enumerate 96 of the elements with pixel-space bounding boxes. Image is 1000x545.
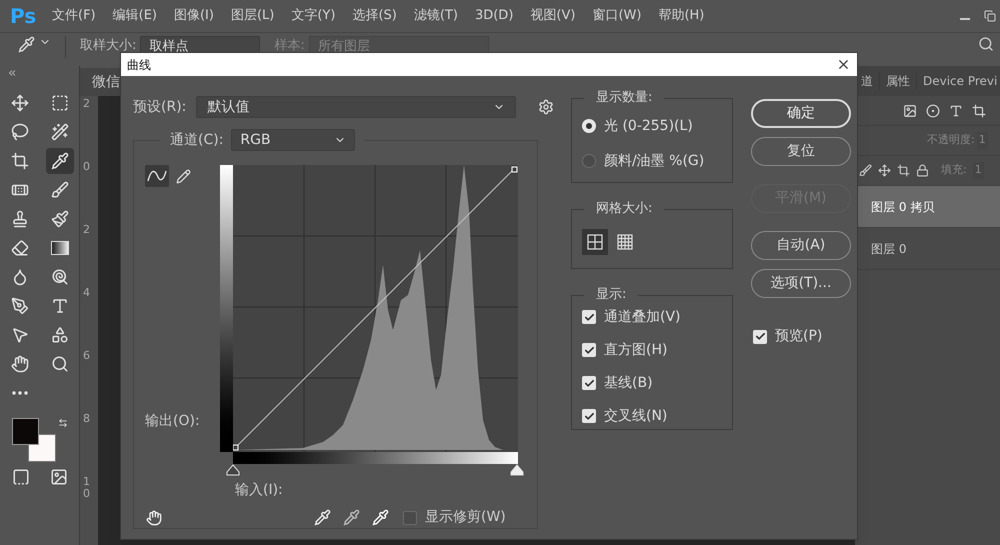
- type-icon: [50, 297, 68, 315]
- menu-item[interactable]: 窗口(W): [584, 6, 650, 26]
- ruler-number: 4: [82, 287, 91, 301]
- move-icon[interactable]: [878, 164, 891, 177]
- menu-item[interactable]: 编辑(E): [104, 6, 165, 26]
- opacity-label: 不透明度:: [927, 132, 975, 148]
- menu-item[interactable]: 文字(Y): [283, 6, 344, 26]
- shape-icon: [50, 326, 68, 344]
- menu-item[interactable]: 图像(I): [166, 6, 222, 26]
- ruler-number: 8: [82, 413, 91, 427]
- path-select-icon: [10, 326, 28, 344]
- image-icon[interactable]: [903, 104, 917, 118]
- move-icon: [10, 94, 28, 112]
- layer-row[interactable]: 图层 0 拷贝: [855, 186, 1000, 228]
- crop-icon: [10, 152, 28, 170]
- adjust-hand-icon[interactable]: [146, 510, 162, 526]
- restore-icon[interactable]: [984, 10, 996, 22]
- menu-item[interactable]: 帮助(H): [650, 6, 712, 26]
- channel-select[interactable]: RGB: [231, 129, 356, 151]
- type-icon[interactable]: [949, 104, 963, 118]
- app-logo: Ps: [9, 3, 38, 30]
- show-clipping-label: 显示修剪(W): [425, 508, 506, 527]
- lock-icon[interactable]: [916, 164, 929, 177]
- preset-select[interactable]: 默认值: [196, 96, 516, 118]
- dialog-button[interactable]: 自动(A): [751, 231, 851, 260]
- collapse-icon[interactable]: [8, 70, 16, 76]
- panel-tab[interactable]: 属性: [880, 72, 917, 90]
- menu-item[interactable]: 图层(L): [222, 6, 282, 26]
- channel-label: 通道(C):: [170, 130, 224, 150]
- ruler-number: 2: [82, 224, 91, 238]
- menu-item[interactable]: 文件(F): [44, 6, 104, 26]
- eyedropper-icon[interactable]: [372, 509, 389, 526]
- checkbox-label: 交叉线(N): [604, 406, 668, 426]
- adjustment-icon[interactable]: [926, 104, 940, 118]
- curve-tool-button[interactable]: [145, 165, 169, 187]
- quick-mask-icon[interactable]: [12, 468, 30, 486]
- quick-select-icon: [50, 123, 68, 141]
- dialog-button[interactable]: 确定: [751, 99, 851, 128]
- gradient-icon: [50, 241, 68, 255]
- close-icon[interactable]: [836, 57, 851, 72]
- ruler-number: 6: [82, 350, 91, 364]
- search-icon[interactable]: [978, 36, 994, 52]
- radio-button[interactable]: [582, 119, 596, 133]
- output-label: 输出(O):: [145, 412, 201, 431]
- panel-tab[interactable]: Device Previ: [917, 72, 1000, 90]
- eyedropper-icon: [50, 152, 68, 170]
- coarse-grid-button[interactable]: [582, 229, 608, 255]
- ruler-number: 0: [82, 161, 91, 175]
- curve-graph[interactable]: [233, 165, 518, 452]
- opacity-field[interactable]: 1: [976, 132, 988, 149]
- input-slider-handle[interactable]: [510, 464, 524, 476]
- radio-label: 颜料/油墨 %(G): [604, 152, 704, 170]
- brush-icon[interactable]: [859, 164, 872, 177]
- checkbox-label: 基线(B): [604, 374, 653, 392]
- preset-label: 预设(R):: [133, 98, 186, 116]
- ruler-number: 10: [82, 476, 91, 502]
- hand-icon: [10, 355, 28, 373]
- fill-field[interactable]: 1: [972, 162, 984, 179]
- checkbox[interactable]: [582, 343, 596, 357]
- history-brush-icon: [50, 210, 68, 228]
- checkbox-label: 通道叠加(V): [604, 308, 681, 326]
- checkbox[interactable]: [582, 376, 596, 390]
- input-slider-handle[interactable]: [226, 464, 240, 476]
- input-label: 输入(I):: [235, 481, 284, 500]
- stamp-icon: [10, 210, 28, 228]
- menu-item[interactable]: 视图(V): [522, 6, 584, 26]
- show-clipping-checkbox[interactable]: [403, 510, 417, 524]
- more-icon: [12, 391, 28, 395]
- checkbox[interactable]: [582, 409, 596, 423]
- settings-icon[interactable]: [538, 99, 554, 115]
- fill-label: 填充:: [941, 162, 967, 178]
- eyedropper-icon[interactable]: [343, 509, 360, 526]
- menu-item[interactable]: 3D(D): [466, 6, 522, 26]
- sample-size-label: 取样大小:: [80, 37, 136, 55]
- dialog-button[interactable]: 复位: [751, 137, 851, 166]
- dialog-button[interactable]: 选项(T)...: [751, 269, 851, 298]
- lasso-icon: [10, 123, 28, 141]
- zoom-icon: [50, 355, 68, 373]
- swap-colors-icon[interactable]: [58, 418, 68, 428]
- radio-label: 光 (0-255)(L): [604, 116, 693, 136]
- brush-icon: [50, 181, 68, 199]
- eyedropper-icon[interactable]: [18, 36, 35, 53]
- radio-button[interactable]: [582, 154, 596, 168]
- checkbox-label: 直方图(H): [604, 340, 668, 360]
- marquee-icon: [50, 94, 68, 112]
- color-swatches-drawing[interactable]: [12, 418, 56, 462]
- pen-icon: [10, 297, 28, 315]
- eraser-icon: [10, 239, 28, 257]
- menu-item[interactable]: 滤镜(T): [406, 6, 466, 26]
- eyedropper-tool-button[interactable]: [46, 148, 74, 174]
- checkbox[interactable]: [582, 310, 596, 324]
- preview-label: 预览(P): [775, 327, 822, 346]
- preview-checkbox[interactable]: [753, 330, 767, 344]
- eyedropper-icon[interactable]: [314, 509, 331, 526]
- menu-item[interactable]: 选择(S): [344, 6, 405, 26]
- ruler-number: 2: [82, 98, 91, 112]
